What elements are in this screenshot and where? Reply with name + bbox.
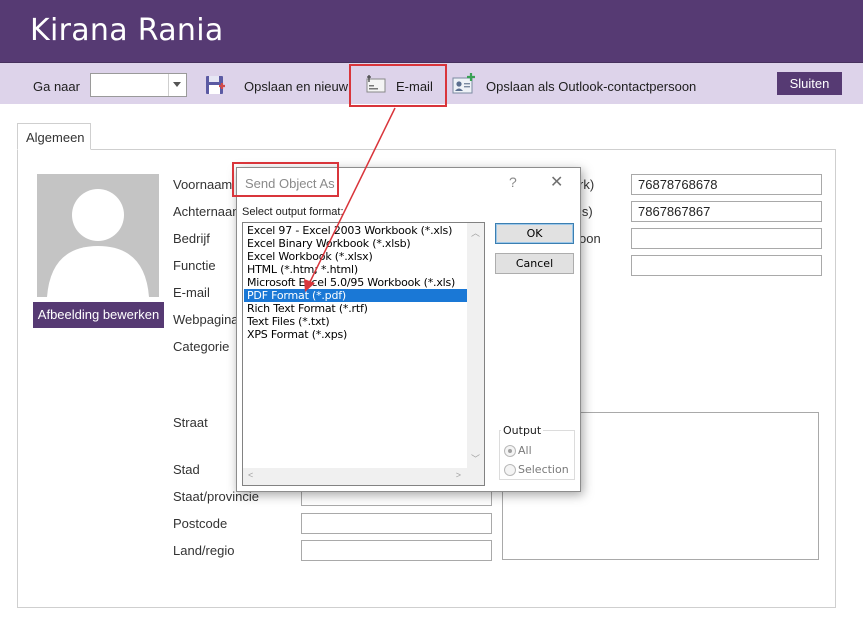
cancel-button[interactable]: Cancel: [495, 253, 574, 274]
edit-picture-button[interactable]: Afbeelding bewerken: [33, 302, 164, 328]
postal-code-label: Postcode: [173, 516, 228, 531]
mobile-phone-field[interactable]: [631, 228, 822, 249]
output-format-list[interactable]: Excel 97 - Excel 2003 Workbook (*.xls) Ex…: [242, 222, 485, 486]
output-selection-radio[interactable]: [504, 464, 516, 476]
send-object-as-dialog: Send Object As ? ✕ Select output format:…: [236, 167, 581, 492]
contact-card-icon[interactable]: [452, 72, 476, 96]
help-icon[interactable]: ?: [509, 174, 517, 190]
horizontal-scrollbar[interactable]: < >: [243, 468, 469, 485]
country-region-label: Land/regio: [173, 543, 235, 558]
home-phone-label: is): [579, 204, 593, 219]
email-label: E-mail: [173, 285, 210, 300]
goto-label[interactable]: Ga naar: [33, 79, 80, 94]
output-all-label[interactable]: All: [518, 444, 532, 457]
street-label: Straat: [173, 415, 208, 430]
window-title: Kirana Rania: [30, 13, 224, 48]
work-phone-field[interactable]: 76878768678: [631, 174, 822, 195]
tab-general[interactable]: Algemeen: [17, 123, 91, 150]
vertical-scrollbar[interactable]: ︿ ﹀: [467, 223, 484, 468]
chevron-down-icon[interactable]: [168, 74, 186, 96]
save-as-outlook-contact-button[interactable]: Opslaan als Outlook-contactpersoon: [486, 79, 696, 94]
email-button[interactable]: E-mail: [396, 79, 433, 94]
output-selection-label[interactable]: Selection: [518, 463, 569, 476]
category-label: Categorie: [173, 339, 230, 354]
output-format-prompt: Select output format:: [242, 206, 344, 218]
format-list-item[interactable]: XPS Format (*.xps): [244, 328, 468, 341]
fax-field[interactable]: [631, 255, 822, 276]
title-bar: Kirana Rania: [0, 0, 863, 63]
format-list-item[interactable]: Excel Binary Workbook (*.xlsb): [244, 237, 468, 250]
format-list-item[interactable]: Excel Workbook (*.xlsx): [244, 250, 468, 263]
avatar[interactable]: [37, 174, 159, 297]
work-phone-label: rk): [579, 177, 595, 192]
format-list-item[interactable]: HTML (*.htm; *.html): [244, 263, 468, 276]
first-name-label: Voornaam: [173, 177, 233, 192]
scroll-right-icon[interactable]: >: [456, 470, 461, 480]
mobile-phone-label: oon: [579, 231, 601, 246]
job-title-label: Functie: [173, 258, 216, 273]
save-new-button[interactable]: Opslaan en nieuw: [244, 79, 348, 94]
format-list-item[interactable]: PDF Format (*.pdf): [244, 289, 468, 302]
output-all-radio[interactable]: [504, 445, 516, 457]
last-name-label: Achternaam: [173, 204, 244, 219]
goto-dropdown[interactable]: [90, 73, 187, 97]
city-label: Stad: [173, 462, 200, 477]
person-silhouette-icon: [47, 189, 149, 297]
home-phone-field[interactable]: 7867867867: [631, 201, 822, 222]
close-button[interactable]: Sluiten: [777, 72, 842, 95]
postal-code-field[interactable]: [301, 513, 492, 534]
country-region-field[interactable]: [301, 540, 492, 561]
save-new-icon[interactable]: [205, 74, 227, 96]
dialog-title-highlight-box: [232, 162, 339, 197]
close-icon[interactable]: ✕: [550, 172, 563, 192]
output-group-label: Output: [501, 424, 544, 437]
toolbar: Ga naar Opslaan en nieuw E-mail Opslaan …: [0, 63, 863, 107]
format-list-item[interactable]: Microsoft Excel 5.0/95 Workbook (*.xls): [244, 276, 468, 289]
format-list-item[interactable]: Text Files (*.txt): [244, 315, 468, 328]
ok-button[interactable]: OK: [495, 223, 574, 244]
scroll-down-icon[interactable]: ﹀: [471, 452, 480, 465]
scroll-up-icon[interactable]: ︿: [471, 226, 480, 239]
company-label: Bedrijf: [173, 231, 210, 246]
scrollbar-corner: [467, 468, 484, 485]
format-list-item[interactable]: Excel 97 - Excel 2003 Workbook (*.xls): [244, 224, 468, 237]
scroll-left-icon[interactable]: <: [248, 470, 253, 480]
format-list-item[interactable]: Rich Text Format (*.rtf): [244, 302, 468, 315]
webpage-label: Webpagina: [173, 312, 239, 327]
email-icon[interactable]: [364, 73, 388, 95]
